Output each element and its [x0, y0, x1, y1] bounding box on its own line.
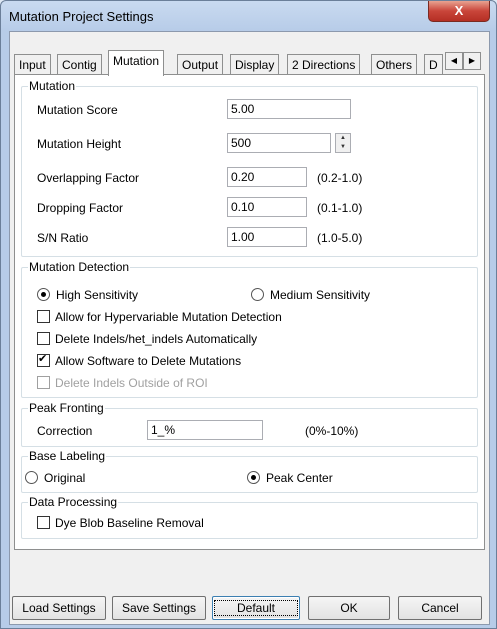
- medium-sensitivity-label: Medium Sensitivity: [270, 288, 371, 302]
- tab-contig[interactable]: Contig: [57, 54, 102, 75]
- correction-input[interactable]: 1_%: [147, 420, 263, 440]
- hypervariable-checkbox[interactable]: Allow for Hypervariable Mutation Detecti…: [37, 310, 282, 326]
- tab-strip: Input Contig Mutation Output Display 2 D…: [14, 50, 484, 76]
- spinner-down-icon[interactable]: ▼: [336, 143, 350, 152]
- tab-scroll-right-icon[interactable]: ▶: [463, 52, 481, 70]
- dropping-factor-label: Dropping Factor: [37, 201, 124, 215]
- dropping-factor-range: (0.1-1.0): [317, 201, 363, 215]
- delete-indels-roi-label: Delete Indels Outside of ROI: [55, 376, 208, 390]
- radio-selected-icon[interactable]: [247, 471, 260, 484]
- load-settings-button[interactable]: Load Settings: [12, 596, 106, 620]
- radio-selected-icon[interactable]: [37, 288, 50, 301]
- save-settings-button[interactable]: Save Settings: [112, 596, 206, 620]
- dropping-factor-input[interactable]: 0.10: [227, 197, 307, 217]
- original-radio[interactable]: Original: [25, 471, 85, 487]
- tab-d[interactable]: D: [424, 54, 443, 75]
- window-title: Mutation Project Settings: [9, 9, 154, 24]
- original-label: Original: [44, 471, 86, 485]
- default-button[interactable]: Default: [212, 596, 300, 620]
- base-labeling-legend: Base Labeling: [29, 449, 106, 463]
- load-settings-label: Load Settings: [22, 601, 96, 615]
- delete-indels-label: Delete Indels/het_indels Automatically: [55, 332, 258, 346]
- overlapping-factor-range: (0.2-1.0): [317, 171, 363, 185]
- checkbox-unchecked-icon[interactable]: [37, 332, 50, 345]
- allow-delete-mutations-label: Allow Software to Delete Mutations: [55, 354, 242, 368]
- checkbox-unchecked-icon[interactable]: [37, 516, 50, 529]
- checkbox-checked-icon[interactable]: [37, 352, 50, 367]
- mutation-height-input[interactable]: 500: [227, 133, 331, 153]
- save-settings-label: Save Settings: [121, 601, 197, 615]
- peak-fronting-legend: Peak Fronting: [29, 401, 104, 415]
- ok-button[interactable]: OK: [308, 596, 390, 620]
- peak-center-label: Peak Center: [266, 471, 333, 485]
- high-sensitivity-label: High Sensitivity: [56, 288, 139, 302]
- sn-ratio-range: (1.0-5.0): [317, 231, 363, 245]
- overlapping-factor-label: Overlapping Factor: [37, 171, 140, 185]
- delete-indels-checkbox[interactable]: Delete Indels/het_indels Automatically: [37, 332, 257, 348]
- mutation-tab-panel: Mutation Mutation Score 5.00 Mutation He…: [14, 74, 485, 550]
- peak-center-radio[interactable]: Peak Center: [247, 471, 333, 487]
- tab-mutation[interactable]: Mutation: [108, 50, 165, 76]
- correction-range: (0%-10%): [305, 424, 359, 438]
- ok-label: OK: [340, 601, 358, 615]
- mutation-score-label: Mutation Score: [37, 103, 118, 117]
- tab-scroll-left-icon[interactable]: ◀: [445, 52, 463, 70]
- mutation-height-label: Mutation Height: [37, 137, 122, 151]
- dye-blob-label: Dye Blob Baseline Removal: [55, 516, 204, 530]
- tab-display[interactable]: Display: [230, 54, 280, 75]
- delete-indels-roi-checkbox: Delete Indels Outside of ROI: [37, 376, 208, 392]
- overlapping-factor-input[interactable]: 0.20: [227, 167, 307, 187]
- checkbox-unchecked-icon[interactable]: [37, 310, 50, 323]
- dye-blob-checkbox[interactable]: Dye Blob Baseline Removal: [37, 516, 204, 532]
- mutation-group-legend: Mutation: [29, 79, 76, 93]
- dialog-window: Mutation Project Settings X Input Contig…: [0, 0, 497, 629]
- hypervariable-label: Allow for Hypervariable Mutation Detecti…: [55, 310, 282, 324]
- mutation-score-input[interactable]: 5.00: [227, 99, 351, 119]
- tab-others[interactable]: Others: [371, 54, 418, 75]
- mutation-height-spinner[interactable]: ▲ ▼: [335, 133, 351, 153]
- sn-ratio-input[interactable]: 1.00: [227, 227, 307, 247]
- sn-ratio-label: S/N Ratio: [37, 231, 89, 245]
- correction-label: Correction: [37, 424, 93, 438]
- checkbox-disabled-icon: [37, 376, 50, 389]
- radio-unselected-icon[interactable]: [25, 471, 38, 484]
- tab-input[interactable]: Input: [14, 54, 51, 75]
- close-button[interactable]: X: [428, 1, 490, 22]
- default-label: Default: [213, 600, 299, 616]
- dialog-client: Input Contig Mutation Output Display 2 D…: [9, 31, 490, 625]
- title-bar[interactable]: Mutation Project Settings X: [1, 1, 496, 31]
- tab-2-directions[interactable]: 2 Directions: [287, 54, 361, 75]
- tab-output[interactable]: Output: [177, 54, 224, 75]
- medium-sensitivity-radio[interactable]: Medium Sensitivity: [251, 288, 370, 304]
- cancel-button[interactable]: Cancel: [398, 596, 482, 620]
- allow-delete-mutations-checkbox[interactable]: Allow Software to Delete Mutations: [37, 352, 242, 370]
- mutation-detection-legend: Mutation Detection: [29, 260, 130, 274]
- high-sensitivity-radio[interactable]: High Sensitivity: [37, 288, 138, 304]
- spinner-up-icon[interactable]: ▲: [336, 134, 350, 143]
- radio-unselected-icon[interactable]: [251, 288, 264, 301]
- cancel-label: Cancel: [421, 601, 459, 615]
- data-processing-legend: Data Processing: [29, 495, 118, 509]
